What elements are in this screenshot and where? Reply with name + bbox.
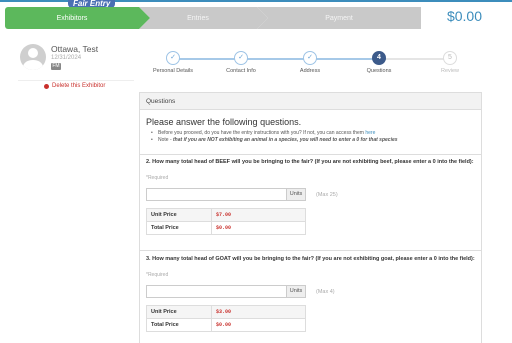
required-label: *Required <box>146 272 169 278</box>
panel-title: Questions <box>140 93 481 110</box>
check-icon: ✓ <box>234 51 248 65</box>
question-beef-text: 2. How many total head of BEEF will you … <box>146 159 474 165</box>
goat-price-table: Unit Price $3.00 Total Price $0.00 <box>146 305 306 332</box>
table-row: Total Price $0.00 <box>146 221 306 235</box>
progress-step-questions[interactable]: 4 Questions <box>349 51 409 74</box>
check-icon: ✓ <box>303 51 317 65</box>
section-divider <box>140 250 481 251</box>
sidebar-divider <box>18 80 134 81</box>
wizard-step-entries[interactable]: Entries <box>139 7 268 29</box>
section-divider <box>140 154 481 155</box>
table-row: Total Price $0.00 <box>146 318 306 332</box>
cart-total: $0.00 <box>446 8 482 24</box>
progress-step-personal-details[interactable]: ✓ Personal Details <box>143 51 203 74</box>
step-number-icon: 5 <box>443 51 457 65</box>
instruction-note: Before you proceed, do you have the entr… <box>151 130 474 137</box>
unit-price: $3.00 <box>211 305 306 319</box>
exhibitor-date: 12/31/2024 <box>51 55 82 61</box>
table-row: Unit Price $3.00 <box>146 305 306 319</box>
max-hint: (Max 25) <box>316 192 338 198</box>
delete-exhibitor-link[interactable]: Delete this Exhibitor <box>44 83 105 89</box>
instructions-list: Before you proceed, do you have the entr… <box>151 130 474 144</box>
questions-panel: Questions Please answer the following qu… <box>139 92 482 343</box>
total-price: $0.00 <box>211 221 306 235</box>
progress-step-review[interactable]: 5 Review <box>420 51 480 74</box>
instructions-link[interactable]: here <box>365 130 375 136</box>
progress-step-contact-info[interactable]: ✓ Contact Info <box>211 51 271 74</box>
max-hint: (Max 4) <box>316 289 335 295</box>
units-addon: Units <box>286 188 306 201</box>
check-icon: ✓ <box>166 51 180 65</box>
goat-quantity-input[interactable] <box>146 285 286 298</box>
exhibitor-tag: FM <box>51 63 61 70</box>
wizard-step-exhibitors[interactable]: Exhibitors <box>5 7 150 29</box>
checkout-wizard: Exhibitors Entries Payment <box>5 7 421 29</box>
required-label: *Required <box>146 175 169 181</box>
remove-icon <box>44 83 49 89</box>
beef-quantity-input[interactable] <box>146 188 286 201</box>
table-row: Unit Price $7.00 <box>146 208 306 222</box>
avatar-icon <box>20 44 46 70</box>
progress-step-address[interactable]: ✓ Address <box>280 51 340 74</box>
instruction-note: Note - that if you are NOT exhibiting an… <box>151 137 474 144</box>
intro-title: Please answer the following questions. <box>146 117 302 127</box>
total-price: $0.00 <box>211 318 306 332</box>
exhibitor-name: Ottawa, Test <box>51 44 99 54</box>
form-progress: ✓ Personal Details ✓ Contact Info ✓ Addr… <box>139 47 512 87</box>
unit-price: $7.00 <box>211 208 306 222</box>
wizard-step-payment[interactable]: Payment <box>257 7 421 29</box>
question-goat-text: 3. How many total head of GOAT will you … <box>146 256 475 262</box>
units-addon: Units <box>286 285 306 298</box>
beef-price-table: Unit Price $7.00 Total Price $0.00 <box>146 208 306 235</box>
step-number-icon: 4 <box>372 51 386 65</box>
